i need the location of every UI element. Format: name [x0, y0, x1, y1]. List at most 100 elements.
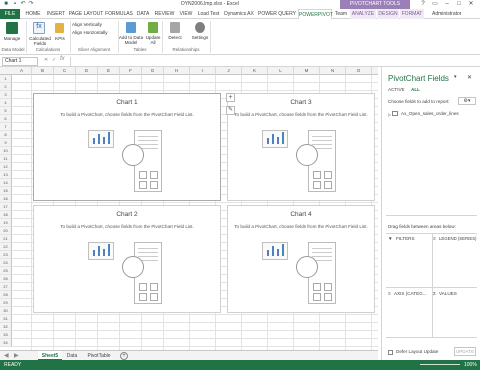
pivotchart-2[interactable]: Chart 2 To build a PivotChart, choose fi… — [33, 205, 221, 313]
cancel-icon[interactable]: ✕ — [44, 57, 48, 63]
maximize-icon[interactable]: □ — [454, 0, 464, 9]
zoom-level[interactable]: 100% — [464, 360, 477, 370]
row-header[interactable]: 11 — [0, 155, 12, 163]
row-header[interactable]: 20 — [0, 227, 12, 235]
add-to-data-model-button[interactable]: Add to Data Model — [118, 35, 144, 45]
minimize-icon[interactable]: – — [442, 0, 452, 9]
tab-home[interactable]: HOME — [22, 9, 44, 19]
row-header[interactable]: 18 — [0, 211, 12, 219]
column-header[interactable]: B — [32, 67, 54, 75]
column-header[interactable]: C — [54, 67, 76, 75]
zoom-slider[interactable] — [420, 364, 460, 365]
row-header[interactable]: 13 — [0, 171, 12, 179]
manage-button[interactable]: Manage — [1, 36, 23, 41]
name-box[interactable]: Chart 1 — [2, 57, 38, 66]
row-header[interactable]: 27 — [0, 283, 12, 291]
column-header[interactable]: A — [12, 67, 32, 75]
insert-function-icon[interactable]: fx — [60, 56, 65, 62]
row-header[interactable]: 14 — [0, 179, 12, 187]
row-header[interactable]: 32 — [0, 323, 12, 331]
row-header[interactable]: 30 — [0, 307, 12, 315]
detect-button[interactable]: Detect — [166, 35, 184, 40]
field-table-item[interactable]: Ax_Open_sales_order_lines — [401, 111, 459, 116]
pane-options-icon[interactable]: ▾ — [454, 74, 457, 80]
row-header[interactable]: 24 — [0, 259, 12, 267]
row-header[interactable]: 4 — [0, 99, 12, 107]
row-header[interactable]: 23 — [0, 251, 12, 259]
column-header[interactable]: H — [164, 67, 190, 75]
pane-tab-all[interactable]: ALL — [411, 87, 420, 92]
help-icon[interactable]: ? — [418, 0, 428, 9]
tab-formulas[interactable]: FORMULAS — [105, 9, 133, 19]
scroll-prev-sheet-icon[interactable]: ◀ — [4, 352, 9, 359]
row-header[interactable]: 7 — [0, 123, 12, 131]
column-header[interactable]: L — [268, 67, 294, 75]
row-header[interactable]: 34 — [0, 339, 12, 347]
defer-checkbox[interactable] — [388, 350, 393, 355]
row-header[interactable]: 25 — [0, 267, 12, 275]
tab-file[interactable]: FILE — [0, 9, 20, 19]
tab-load-test[interactable]: Load Test — [196, 9, 221, 19]
calculated-fields-button[interactable]: Calculated Fields — [27, 36, 53, 46]
pivotchart-1[interactable]: Chart 1 To build a PivotChart, choose fi… — [33, 93, 221, 201]
align-horizontally-button[interactable]: Align Horizontally — [72, 30, 118, 35]
tab-powerpivot[interactable]: POWERPIVOT — [298, 9, 333, 19]
tab-view[interactable]: VIEW — [177, 9, 195, 19]
save-icon[interactable]: ▪ — [12, 1, 18, 7]
ribbon-display-icon[interactable]: ▭ — [430, 0, 440, 9]
column-header[interactable]: J — [216, 67, 242, 75]
update-all-button[interactable]: Update All — [143, 35, 163, 45]
pivotchart-3[interactable]: Chart 3 To build a PivotChart, choose fi… — [227, 93, 375, 201]
row-header[interactable]: 19 — [0, 219, 12, 227]
row-header[interactable]: 31 — [0, 315, 12, 323]
row-header[interactable]: 5 — [0, 107, 12, 115]
column-header[interactable]: M — [294, 67, 320, 75]
enter-icon[interactable]: ✓ — [52, 57, 56, 63]
close-icon[interactable]: ✕ — [466, 0, 476, 9]
pane-close-icon[interactable]: ✕ — [467, 74, 472, 81]
kpis-button[interactable]: KPIs — [52, 36, 68, 41]
column-header[interactable]: F — [120, 67, 142, 75]
tab-analyze[interactable]: ANALYZE — [350, 9, 376, 19]
pane-tab-active[interactable]: ACTIVE — [388, 87, 405, 92]
row-header[interactable]: 22 — [0, 243, 12, 251]
tab-dynamics-ax[interactable]: Dynamics AX — [222, 9, 256, 19]
row-header[interactable]: 28 — [0, 291, 12, 299]
tab-format[interactable]: FORMAT — [400, 9, 424, 19]
chart-elements-icon[interactable]: + — [226, 93, 235, 102]
tab-page-layout[interactable]: PAGE LAYOUT — [68, 9, 104, 19]
scroll-next-sheet-icon[interactable]: ▶ — [14, 352, 19, 359]
row-header[interactable]: 15 — [0, 187, 12, 195]
column-header[interactable]: K — [242, 67, 268, 75]
tab-data[interactable]: DATA — [134, 9, 152, 19]
tab-power-query[interactable]: POWER QUERY — [257, 9, 297, 19]
row-header[interactable]: 17 — [0, 203, 12, 211]
align-vertically-button[interactable]: Align Vertically — [72, 22, 116, 27]
column-header[interactable]: D — [76, 67, 98, 75]
column-header[interactable]: I — [190, 67, 216, 75]
new-sheet-icon[interactable]: + — [120, 352, 128, 360]
undo-icon[interactable]: ↶ — [20, 1, 26, 7]
row-header[interactable]: 16 — [0, 195, 12, 203]
tab-design[interactable]: DESIGN — [377, 9, 399, 19]
pivotchart-4[interactable]: Chart 4 To build a PivotChart, choose fi… — [227, 205, 375, 313]
row-header[interactable]: 2 — [0, 83, 12, 91]
row-header[interactable]: 6 — [0, 115, 12, 123]
row-header[interactable]: 33 — [0, 331, 12, 339]
row-header[interactable]: 8 — [0, 131, 12, 139]
redo-icon[interactable]: ↷ — [28, 1, 34, 7]
formula-input[interactable] — [70, 57, 376, 66]
column-header[interactable]: E — [98, 67, 120, 75]
row-header[interactable]: 26 — [0, 275, 12, 283]
user-name[interactable]: Administrator — [432, 9, 480, 19]
column-header[interactable]: N — [320, 67, 346, 75]
row-header[interactable]: 29 — [0, 299, 12, 307]
column-header[interactable]: G — [142, 67, 164, 75]
row-header[interactable]: 10 — [0, 147, 12, 155]
settings-button[interactable]: Settings — [190, 35, 210, 40]
expand-table-icon[interactable]: ▷ — [388, 112, 391, 117]
update-button[interactable]: UPDATE — [454, 347, 476, 356]
row-header[interactable]: 3 — [0, 91, 12, 99]
layout-gear-icon[interactable]: ⚙▾ — [458, 97, 476, 105]
row-header[interactable]: 12 — [0, 163, 12, 171]
